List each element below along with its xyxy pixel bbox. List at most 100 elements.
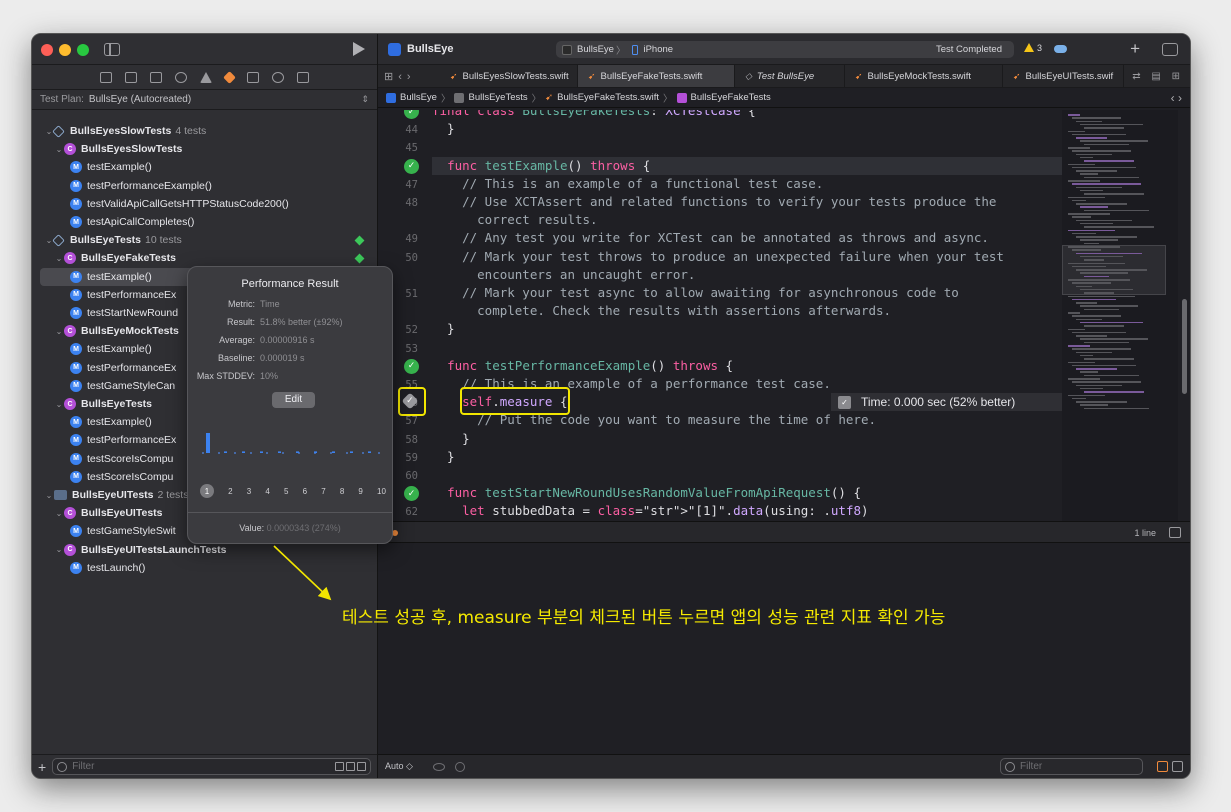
test-suite-row[interactable]: ⌄ BullsEyesSlowTests 4 tests [32,122,377,140]
sidebar-filter-input[interactable]: Filter [52,758,371,775]
editor-tab[interactable]: ➹ BullsEyeFakeTests.swift [578,65,735,87]
test-passed-icon[interactable]: ✓ [404,158,419,174]
breadcrumb-item[interactable]: BullsEyeFakeTests [691,92,771,103]
iteration-number[interactable]: 5 [284,487,288,496]
minimap-line [1068,163,1095,165]
disclosure-chevron-icon[interactable]: ⌄ [44,491,54,500]
test-count: 2 tests [157,489,189,501]
iteration-number[interactable]: 2 [228,487,232,496]
iteration-number[interactable]: 10 [377,487,386,496]
test-method-row[interactable]: MtestValidApiCallGetsHTTPStatusCode200() [32,195,377,213]
minimap-line [1076,186,1122,189]
search-icon[interactable] [175,71,187,83]
disclosure-chevron-icon[interactable]: ⌄ [54,509,64,518]
test-class-row[interactable]: ⌄ C BullsEyesSlowTests [32,140,377,158]
disclosure-chevron-icon[interactable]: ⌄ [54,327,64,336]
test-passed-icon[interactable]: ✓ [404,358,419,374]
add-icon[interactable]: + [38,759,46,775]
test-class-row[interactable]: ⌄ C BullsEyeFakeTests [32,249,377,267]
editor-scrollbar[interactable] [1182,299,1187,394]
editor-tab[interactable]: ◇ Test BullsEye [735,65,845,87]
performance-result-popover: Performance Result Metric: Time Result: 51.… [187,266,393,544]
close-window-button[interactable] [41,44,53,56]
iteration-value: Value: 0.0000343 (274%) [188,523,392,533]
filter-option-icon[interactable] [346,762,355,771]
test-method-row[interactable]: MtestApiCallCompletes() [32,213,377,231]
code-text: func testStartNewRoundUsesRandomValueFro… [447,485,861,501]
right-pane-icon[interactable] [1172,761,1183,772]
minimap-line [1080,140,1148,142]
tab-navigation[interactable]: ⊞‹› [378,70,440,83]
iteration-number[interactable]: 6 [303,487,307,496]
debug-icon[interactable] [247,71,259,83]
test-label: BullsEyesSlowTests [70,125,172,137]
test-navigator-icon[interactable] [223,70,236,84]
iteration-number[interactable]: 3 [247,487,251,496]
disclosure-chevron-icon[interactable]: ⌄ [54,145,64,154]
metric-value: 51.8% better (±92%) [260,317,343,327]
symbol-hierarchy-icon[interactable] [150,71,162,83]
cloud-icon[interactable] [1054,45,1067,53]
scheme-selector[interactable]: BullsEye 〉 iPhone Test Completed [556,41,1014,58]
test-method-row[interactable]: MtestPerformanceExample() [32,177,377,195]
divider [188,512,392,513]
issue-navigation-icon[interactable]: ‹ › [1171,91,1182,105]
source-control-icon[interactable] [125,71,137,83]
class-icon: C [64,325,76,338]
test-suite-row[interactable]: ⌄ BullsEyeTests 10 tests [32,231,377,249]
performance-banner[interactable]: ✓ Time: 0.000 sec (52% better) [831,393,1062,412]
minimap[interactable] [1062,110,1178,521]
iteration-number[interactable]: 9 [358,487,362,496]
test-plan-selector[interactable]: Test Plan: BullsEye (Autocreated) ⇕ [32,90,377,110]
code-line: complete. Check the results with asserti… [378,302,1062,320]
breadcrumb-item[interactable]: BullsEyeFakeTests.swift [557,92,659,103]
iteration-number[interactable]: 7 [321,487,325,496]
panel-toggle-icon[interactable] [1169,527,1181,538]
test-label: testGameStyleSwit [87,525,176,538]
tab-label: BullsEyeMockTests.swift [867,70,972,82]
filter-option-icon[interactable] [335,762,344,771]
add-icon[interactable]: + [1130,39,1140,59]
zoom-window-button[interactable] [77,44,89,56]
filter-option-icon[interactable] [357,762,366,771]
code-text: encounters an uncaught error. [432,266,696,282]
iteration-number[interactable]: 1 [200,484,214,498]
edit-button[interactable]: Edit [272,392,315,408]
test-method-row[interactable]: MtestExample() [32,158,377,176]
breadcrumb-item[interactable]: BullsEye [400,92,437,103]
disclosure-chevron-icon[interactable]: ⌄ [54,400,64,409]
test-bundle-icon [52,233,65,247]
editor-tab[interactable]: ➹ BullsEyeMockTests.swift [845,65,1003,87]
eye-icon[interactable] [432,762,445,771]
minimap-line [1072,166,1136,169]
run-play-icon[interactable] [353,42,365,56]
disclosure-chevron-icon[interactable]: ⌄ [54,254,64,263]
minimap-line [1080,387,1103,390]
debug-console[interactable] [378,543,1190,754]
editor-options-icon[interactable]: ⇄ ▤ ⊞ [1132,71,1184,82]
auto-selector[interactable]: Auto ◇ [385,761,413,772]
test-method-row[interactable]: MtestLaunch() [32,559,377,577]
line-number: 44 [405,124,418,137]
editor-tab[interactable]: ➹ BullsEyeUITests.swif [1003,65,1125,87]
iteration-number[interactable]: 4 [265,487,269,496]
iteration-number[interactable]: 8 [340,487,344,496]
breadcrumb-item[interactable]: BullsEyeTests [468,92,527,103]
inspector-toggle-icon[interactable] [1162,43,1178,56]
warning-triangle-icon[interactable] [200,71,212,83]
minimize-window-button[interactable] [59,44,71,56]
sidebar-toggle-icon[interactable] [104,43,120,56]
code-line: 58 } [378,430,1062,448]
console-filter-input[interactable]: Filter [1000,758,1143,775]
minimap-line [1080,371,1098,373]
editor-tab[interactable]: ➹ BullsEyesSlowTests.swift [440,65,578,87]
left-pane-icon[interactable] [1157,761,1168,772]
disclosure-chevron-icon[interactable]: ⌄ [54,545,64,554]
minimap-line [1080,255,1123,258]
breakpoint-icon[interactable] [272,71,284,83]
report-icon[interactable] [297,71,309,83]
code-editor[interactable]: 43final class BullsEyeFakeTests: XCTestC… [378,110,1062,521]
folder-icon[interactable] [100,71,112,83]
warnings-indicator[interactable]: 3 [1024,43,1042,53]
info-icon[interactable] [454,761,465,772]
